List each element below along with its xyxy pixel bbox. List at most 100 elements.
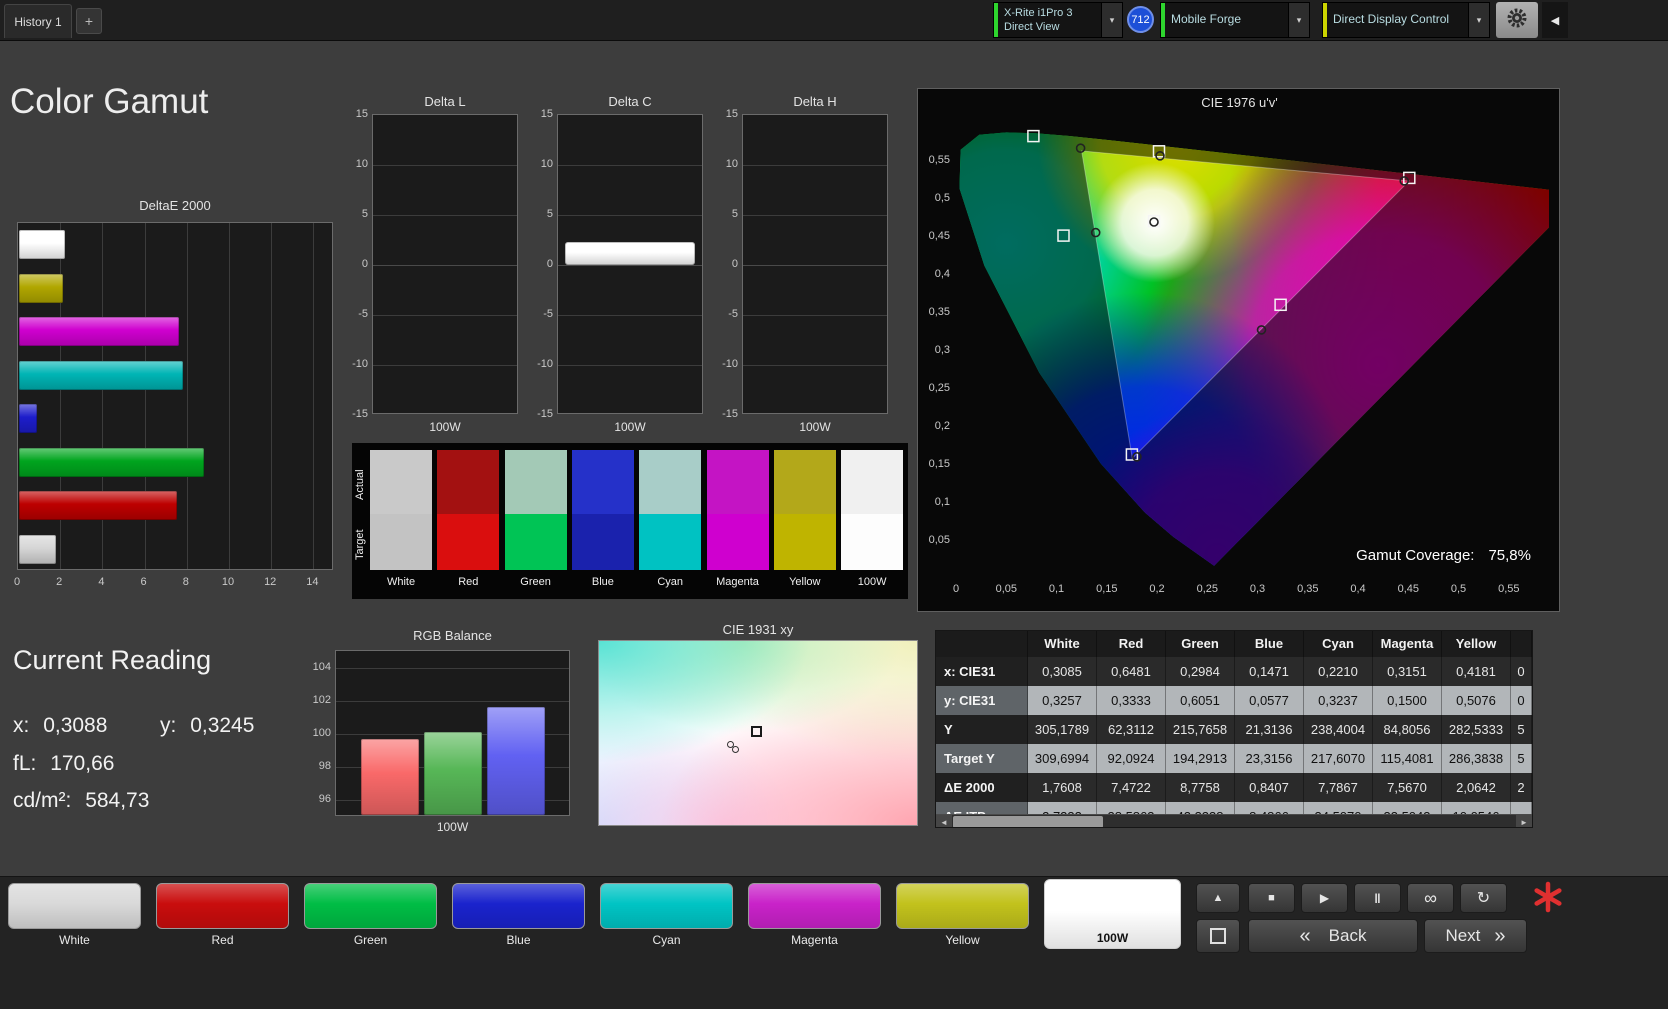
expand-button[interactable]: ▲	[1196, 883, 1240, 913]
play-button[interactable]: ▶	[1301, 883, 1348, 913]
red-asterisk-icon	[1532, 881, 1564, 918]
patch-green[interactable]	[304, 883, 437, 929]
cie-ytick: 0,05	[928, 534, 950, 547]
settings-button[interactable]	[1496, 2, 1538, 38]
deltae-gridline	[313, 223, 315, 569]
cie1976-panel: CIE 1976 u'v' Gamut Coverage: 75,8% 0,55…	[917, 88, 1560, 612]
next-button[interactable]: Next »	[1424, 919, 1527, 953]
table-cell: 0,6051	[1166, 686, 1235, 715]
rgb-bar-red	[361, 738, 419, 815]
scrollbar-left-button[interactable]: ◄	[936, 815, 952, 827]
swatch-actual	[370, 450, 432, 514]
badge-value: 712	[1131, 13, 1150, 26]
history-tab[interactable]: History 1	[4, 4, 72, 38]
delta-c-plot-area	[557, 114, 703, 414]
display-control-dropdown[interactable]: Direct Display Control ▾	[1322, 2, 1490, 38]
source-chevron-button[interactable]: ▾	[1288, 3, 1309, 37]
stop-button[interactable]: ■	[1248, 883, 1295, 913]
patch-100w[interactable]: 100W	[1044, 879, 1181, 949]
history-tab-label: History 1	[14, 14, 62, 29]
next-chevrons-icon: »	[1494, 924, 1506, 947]
patch-magenta[interactable]	[748, 883, 881, 929]
swatch-red: Red	[437, 450, 504, 595]
meter-chevron-button[interactable]: ▾	[1101, 3, 1122, 37]
delta-ytick: -10	[537, 358, 553, 370]
deltae2000-chart-title: DeltaE 2000	[139, 198, 211, 213]
cie-xtick: 0,5	[1450, 583, 1467, 595]
table-header-cell: White	[1028, 631, 1097, 657]
back-button[interactable]: « Back	[1248, 919, 1418, 953]
table-header-cell	[1511, 631, 1532, 657]
patch-yellow[interactable]	[896, 883, 1029, 929]
scrollbar-right-button[interactable]: ►	[1516, 815, 1532, 827]
swatch-target	[841, 514, 904, 570]
patch-label: Yellow	[945, 933, 980, 947]
table-cell: 92,0924	[1097, 744, 1166, 773]
swatch-magenta: Magenta	[706, 450, 774, 595]
swatch-label: Red	[458, 576, 479, 588]
scroll-right-icon: ►	[1520, 817, 1528, 827]
delta-ytick: -10	[352, 358, 368, 370]
swatch-row-label-target: Target	[354, 529, 366, 561]
up-arrow-icon: ▲	[1212, 892, 1224, 904]
delta-gridline	[373, 365, 517, 366]
patch-cyan[interactable]	[600, 883, 733, 929]
play-icon: ▶	[1319, 891, 1330, 905]
source-name: Mobile Forge	[1171, 12, 1242, 27]
add-tab-button[interactable]: +	[76, 8, 102, 34]
deltae-bar-magenta	[19, 317, 179, 346]
source-dropdown[interactable]: Mobile Forge ▾	[1160, 2, 1310, 38]
rgb-balance-y-axis: 104 102 100 98 96	[305, 650, 333, 816]
delta-ytick: 10	[725, 158, 738, 170]
swatch-label: Green	[520, 576, 551, 588]
deltae-xtick: 6	[140, 576, 147, 588]
cie-xtick: 0	[952, 583, 960, 595]
scrollbar-thumb[interactable]	[953, 816, 1103, 827]
reading-x-label: x:	[13, 714, 30, 737]
continuous-measure-button[interactable]: ∞	[1407, 883, 1454, 913]
swatch-target	[370, 514, 432, 570]
pause-button[interactable]: ‖	[1354, 883, 1401, 913]
table-cell: 305,1789	[1028, 715, 1097, 744]
scroll-left-icon: ◄	[940, 817, 948, 827]
table-cell: 62,3112	[1097, 715, 1166, 744]
collapse-panel-button[interactable]: ◀	[1542, 2, 1568, 38]
deltae-xtick: 2	[56, 576, 63, 588]
table-scrollbar[interactable]: ◄ ►	[936, 814, 1532, 827]
reading-cd: cd/m²: 584,73	[13, 789, 149, 813]
deltae-bar-100w	[19, 230, 66, 259]
delta-l-y-axis: 15 10 5 0 -5 -10 -15	[348, 108, 370, 420]
chevron-down-icon: ▾	[1476, 14, 1482, 25]
delta-ytick: -5	[358, 308, 368, 320]
reading-cd-label: cd/m²:	[13, 789, 72, 812]
current-reading-title: Current Reading	[13, 645, 212, 675]
table-row-label: ΔE 2000	[936, 773, 1028, 802]
table-cell: 0,3237	[1304, 686, 1373, 715]
swatch-actual	[571, 450, 634, 514]
patch-white[interactable]	[8, 883, 141, 929]
table-cell: 0,2210	[1304, 657, 1373, 686]
delta-gridline	[743, 365, 887, 366]
rgb-bar-green	[424, 732, 482, 815]
reading-y-label: y:	[160, 714, 177, 737]
meter-name: X-Rite i1Pro 3 Direct View	[998, 3, 1101, 37]
meter-dropdown[interactable]: X-Rite i1Pro 3 Direct View ▾	[993, 2, 1123, 38]
deltae2000-plot-area	[17, 222, 333, 570]
cie-ytick: 0,35	[928, 306, 950, 319]
delta-l-title: Delta L	[424, 94, 466, 109]
table-cell: 21,3136	[1235, 715, 1304, 744]
stop-all-button[interactable]	[1196, 919, 1240, 953]
delta-l-chart: Delta L 15 10 5 0 -5 -10 -15 100W	[348, 94, 520, 440]
patch-blue[interactable]	[452, 883, 585, 929]
repeat-button[interactable]: ↻	[1460, 883, 1507, 913]
display-chevron-button[interactable]: ▾	[1468, 3, 1489, 37]
table-row-label: y: CIE31	[936, 686, 1028, 715]
rgb-gridline	[336, 667, 569, 669]
swatch-target	[706, 514, 769, 570]
patch-red[interactable]	[156, 883, 289, 929]
deltae-gridline	[229, 223, 230, 569]
deltae2000-chart: DeltaE 2000 0 2 4 6 8 10 12 14	[14, 198, 335, 598]
swatch-label: Yellow	[789, 576, 821, 588]
delta-gridline	[558, 165, 702, 166]
delta-ytick: -15	[722, 408, 738, 420]
